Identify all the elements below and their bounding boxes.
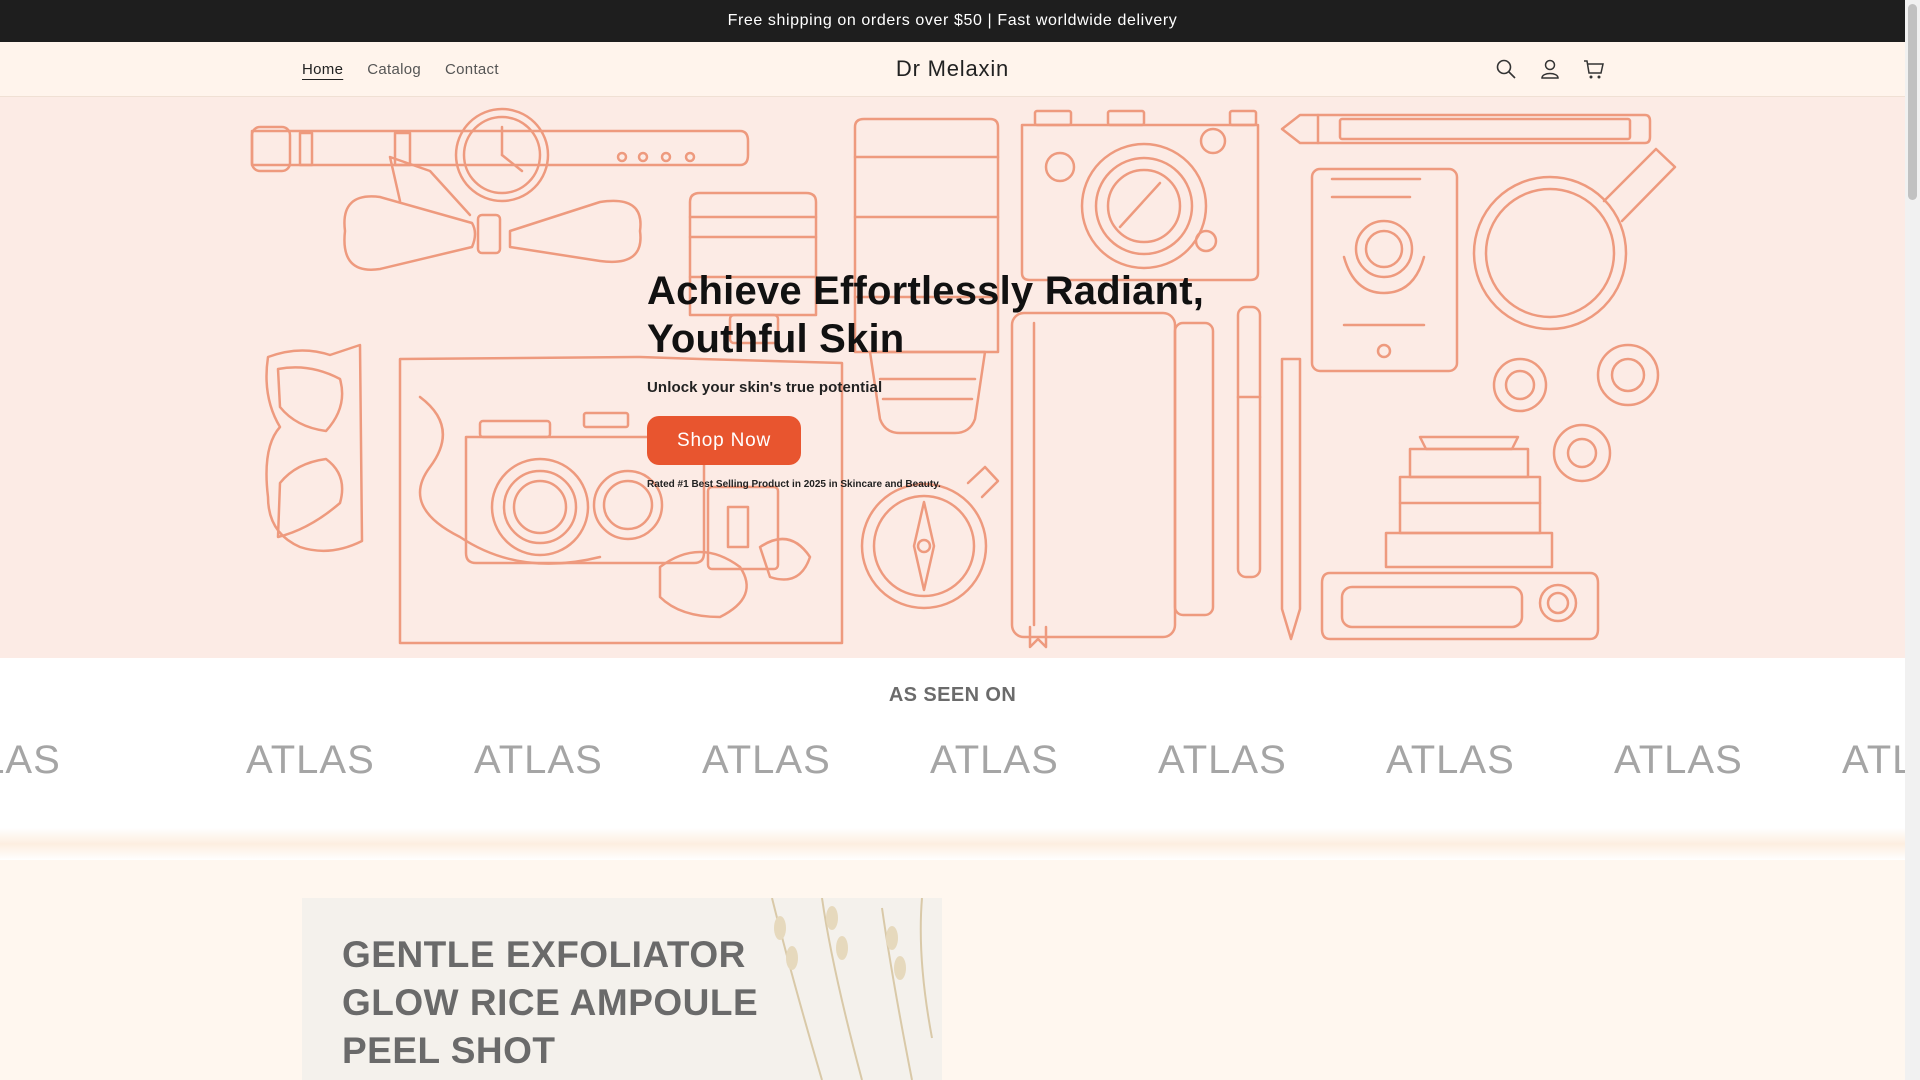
as-seen-on-title: AS SEEN ON — [888, 684, 1017, 706]
page-scrollbar[interactable] — [1905, 0, 1920, 1080]
product-text-line2: GLOW RICE AMPOULE — [342, 982, 759, 1023]
site-logo[interactable]: Dr Melaxin — [896, 56, 1009, 82]
hero-title-line2: Youthful Skin — [647, 317, 905, 361]
logo-marquee: ATLAS ATLAS ATLAS ATLAS ATLAS ATLAS ATLA… — [0, 738, 1905, 808]
search-icon[interactable] — [1492, 55, 1520, 83]
film-roll-illustration — [1492, 343, 1660, 483]
pencil-illustration — [1280, 113, 1652, 145]
press-logo: ATLAS — [1158, 738, 1287, 782]
nav-contact[interactable]: Contact — [445, 61, 499, 78]
page: Free shipping on orders over $50 | Fast … — [0, 0, 1905, 1080]
camera-top-illustration — [1020, 109, 1260, 282]
watch-illustration — [250, 107, 750, 203]
press-logo: ATLAS — [702, 738, 831, 782]
hero-rating-note: Rated #1 Best Selling Product in 2025 in… — [647, 479, 941, 490]
shop-now-button[interactable]: Shop Now — [647, 416, 801, 465]
as-seen-on-section: AS SEEN ON ATLAS ATLAS ATLAS ATLAS ATLAS… — [0, 658, 1905, 828]
logo-container: Dr Melaxin — [0, 42, 1905, 96]
scrollbar-thumb[interactable] — [1908, 4, 1917, 200]
passport-illustration — [1310, 167, 1459, 373]
header-icons — [1492, 55, 1608, 83]
product-text-line3: PEEL SHOT — [342, 1030, 556, 1071]
hero-title: Achieve Effortlessly Radiant, Youthful S… — [647, 267, 1267, 363]
press-logo: ATLAS — [1386, 738, 1515, 782]
press-logo: ATLAS — [1614, 738, 1743, 782]
announcement-text: Free shipping on orders over $50 | Fast … — [727, 12, 1178, 29]
hero-content: Achieve Effortlessly Radiant, Youthful S… — [647, 267, 1267, 490]
bowtie-illustration — [343, 155, 642, 271]
hero-title-line1: Achieve Effortlessly Radiant, — [647, 269, 1205, 313]
section-divider — [0, 828, 1905, 860]
sunglasses-illustration — [265, 343, 364, 553]
hero-subtitle: Unlock your skin's true potential — [647, 379, 883, 396]
nav-home[interactable]: Home — [302, 61, 343, 78]
featured-product-section: GENTLE EXFOLIATOR GLOW RICE AMPOULE PEEL… — [0, 860, 1905, 1080]
announcement-bar: Free shipping on orders over $50 | Fast … — [0, 0, 1905, 42]
site-header: Home Catalog Contact Dr Melaxin — [0, 42, 1905, 97]
press-logo: ATLAS — [930, 738, 1059, 782]
press-logo: ATLAS — [246, 738, 375, 782]
press-logo: ATLAS — [1842, 738, 1905, 782]
main-nav: Home Catalog Contact — [302, 42, 499, 96]
press-logo: ATLAS — [0, 738, 61, 782]
account-icon[interactable] — [1536, 55, 1564, 83]
press-logo: ATLAS — [474, 738, 603, 782]
hero-banner: Achieve Effortlessly Radiant, Youthful S… — [0, 97, 1905, 658]
product-image[interactable]: GENTLE EXFOLIATOR GLOW RICE AMPOULE PEEL… — [302, 898, 942, 1080]
pan-illustration — [1472, 147, 1677, 331]
product-text-line1: GENTLE EXFOLIATOR — [342, 934, 746, 975]
cart-icon[interactable] — [1580, 55, 1608, 83]
nav-catalog[interactable]: Catalog — [367, 61, 421, 78]
